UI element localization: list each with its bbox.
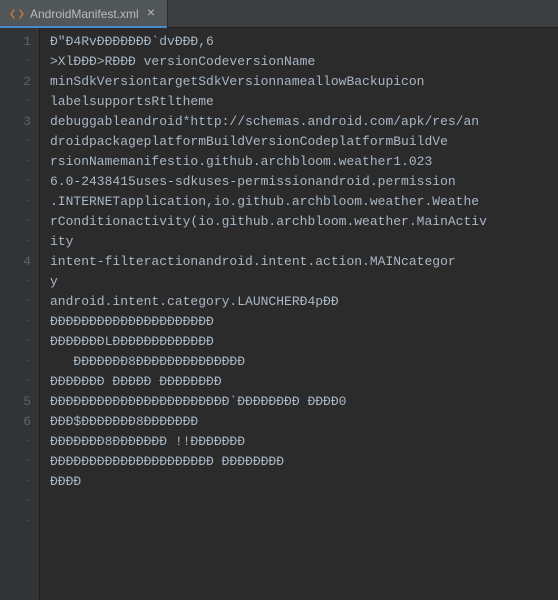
- gutter-line: ·: [0, 272, 31, 292]
- gutter-line: ·: [0, 232, 31, 252]
- code-line: y: [50, 272, 558, 292]
- code-line: debuggableandroid*http://schemas.android…: [50, 112, 558, 132]
- code-line: labelsupportsRtltheme: [50, 92, 558, 112]
- gutter-line: 4: [0, 252, 31, 272]
- gutter-line: ·: [0, 172, 31, 192]
- code-line: minSdkVersiontargetSdkVersionnameallowBa…: [50, 72, 558, 92]
- code-line: ÐÐÐÐÐÐÐÐÐÐÐÐÐÐÐÐÐÐÐÐÐ: [50, 312, 558, 332]
- xml-file-icon: [10, 7, 24, 21]
- gutter-line: ·: [0, 312, 31, 332]
- code-line: ÐÐÐ$ÐÐÐÐÐÐÐ8ÐÐÐÐÐÐÐ: [50, 412, 558, 432]
- code-line: ÐÐÐÐÐÐÐ ÐÐÐÐÐ ÐÐÐÐÐÐÐÐ: [50, 372, 558, 392]
- code-line: >XlÐÐÐ>RÐÐÐ versionCodeversionName: [50, 52, 558, 72]
- code-line: ÐÐÐÐ: [50, 472, 558, 492]
- gutter-line: ·: [0, 292, 31, 312]
- code-line: ÐÐÐÐÐÐÐÐÐÐÐÐÐÐÐÐÐÐÐÐÐÐÐ`ÐÐÐÐÐÐÐÐ ÐÐÐÐ0: [50, 392, 558, 412]
- gutter-line: ·: [0, 452, 31, 472]
- close-icon[interactable]: ×: [145, 7, 157, 21]
- code-line: intent-filteractionandroid.intent.action…: [50, 252, 558, 272]
- code-line: 6.0-2438415uses-sdkuses-permissionandroi…: [50, 172, 558, 192]
- code-line: rConditionactivity(io.github.archbloom.w…: [50, 212, 558, 232]
- gutter-line: 5: [0, 392, 31, 412]
- gutter-line: ·: [0, 192, 31, 212]
- gutter-line: ·: [0, 52, 31, 72]
- tab-bar: AndroidManifest.xml ×: [0, 0, 558, 28]
- gutter-line: ·: [0, 492, 31, 512]
- code-line: [50, 492, 558, 512]
- tab-filename: AndroidManifest.xml: [30, 7, 139, 21]
- code-line: [50, 512, 558, 532]
- code-line: ity: [50, 232, 558, 252]
- code-area[interactable]: Ð"Ð4RvÐÐÐÐÐÐÐ`dvÐÐÐ,6>XlÐÐÐ>RÐÐÐ version…: [40, 28, 558, 600]
- gutter-line: ·: [0, 512, 31, 532]
- code-line: ÐÐÐÐÐÐÐÐÐÐÐÐÐÐÐÐÐÐÐÐÐ ÐÐÐÐÐÐÐÐ: [50, 452, 558, 472]
- gutter-line: ·: [0, 332, 31, 352]
- code-line: android.intent.category.LAUNCHERÐ4pÐÐ: [50, 292, 558, 312]
- gutter-line: ·: [0, 132, 31, 152]
- file-tab[interactable]: AndroidManifest.xml ×: [0, 0, 168, 27]
- gutter-line: 2: [0, 72, 31, 92]
- gutter-line: ·: [0, 152, 31, 172]
- gutter-line: ·: [0, 472, 31, 492]
- code-line: ÐÐÐÐÐÐÐ8ÐÐÐÐÐÐÐ !!ÐÐÐÐÐÐÐ: [50, 432, 558, 452]
- gutter-line: ·: [0, 372, 31, 392]
- code-line: ÐÐÐÐÐÐÐ8ÐÐÐÐÐÐÐÐÐÐÐÐÐÐ: [50, 352, 558, 372]
- gutter-line: 3: [0, 112, 31, 132]
- gutter-line: ·: [0, 352, 31, 372]
- code-line: ÐÐÐÐÐÐÐLÐÐÐÐÐÐÐÐÐÐÐÐÐ: [50, 332, 558, 352]
- code-line: Ð"Ð4RvÐÐÐÐÐÐÐ`dvÐÐÐ,6: [50, 32, 558, 52]
- gutter-line: ·: [0, 92, 31, 112]
- line-number-gutter: 1·2·3······4······56·····: [0, 28, 40, 600]
- code-line: rsionNamemanifestio.github.archbloom.wea…: [50, 152, 558, 172]
- gutter-line: 6: [0, 412, 31, 432]
- gutter-line: ·: [0, 212, 31, 232]
- gutter-line: ·: [0, 432, 31, 452]
- code-line: droidpackageplatformBuildVersionCodeplat…: [50, 132, 558, 152]
- gutter-line: 1: [0, 32, 31, 52]
- editor-pane: 1·2·3······4······56····· Ð"Ð4RvÐÐÐÐÐÐÐ`…: [0, 28, 558, 600]
- code-line: .INTERNETapplication,io.github.archbloom…: [50, 192, 558, 212]
